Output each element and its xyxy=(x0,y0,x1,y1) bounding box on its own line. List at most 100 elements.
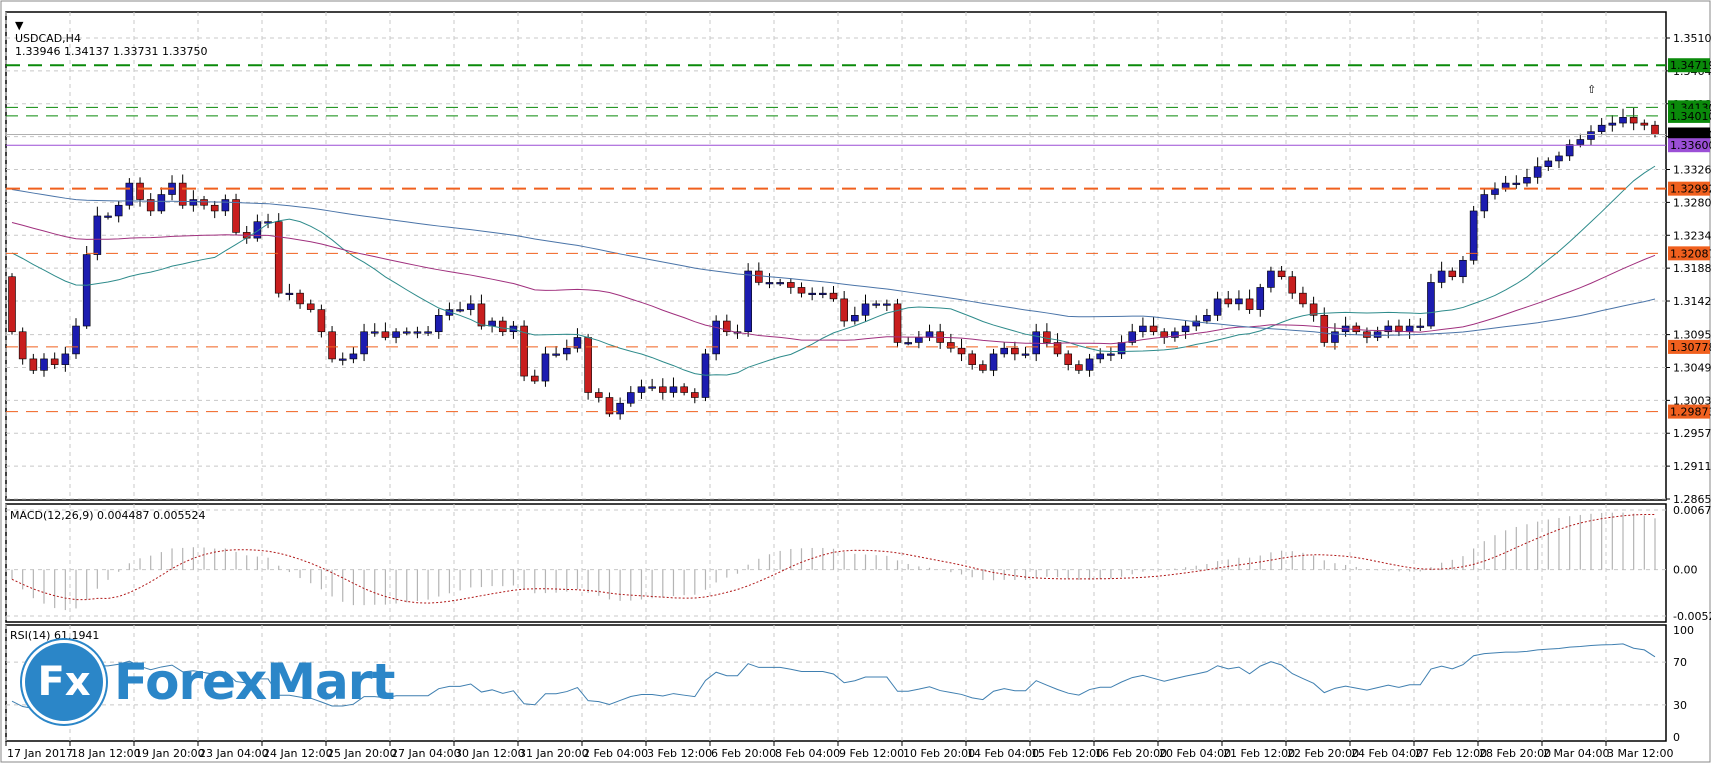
candle-bullish xyxy=(402,331,411,334)
rsi-axis-label: 30 xyxy=(1673,699,1687,712)
candle-bearish xyxy=(1053,342,1062,355)
candle-bearish xyxy=(1064,353,1073,365)
candle-bullish xyxy=(1608,122,1617,126)
candle-bullish xyxy=(1021,353,1030,356)
candle-bearish xyxy=(1149,325,1158,333)
x-axis-label: 17 Jan 2017 xyxy=(7,747,73,760)
candle-bullish xyxy=(1267,270,1275,288)
candle-bullish xyxy=(1619,117,1627,124)
candle-bearish xyxy=(1224,298,1233,305)
macd-axis-label: -0.005265 xyxy=(1673,610,1711,623)
up-arrow-icon: ⇧ xyxy=(1587,83,1596,96)
price-badge-label: 1.29873 xyxy=(1670,406,1711,419)
rsi-axis-label: 70 xyxy=(1673,656,1687,669)
candle-bullish xyxy=(456,309,464,312)
candle-bullish xyxy=(1597,124,1606,132)
candle-bearish xyxy=(797,287,806,294)
candle-bearish xyxy=(1651,124,1659,135)
candle-bearish xyxy=(1640,122,1649,126)
candle-bullish xyxy=(552,353,560,356)
x-axis-label: 6 Feb 20:00 xyxy=(711,747,776,760)
y-axis-label: 1.29570 xyxy=(1673,427,1711,440)
candle-bullish xyxy=(370,331,379,334)
candle-bullish xyxy=(1416,325,1425,328)
x-axis-label: 24 Feb 04:00 xyxy=(1351,747,1423,760)
candle-bearish xyxy=(1011,347,1019,355)
x-axis-label: 2 Mar 04:00 xyxy=(1543,747,1609,760)
candle-bullish xyxy=(40,358,48,371)
candle-bullish xyxy=(562,347,571,355)
x-axis-label: 27 Feb 12:00 xyxy=(1415,747,1487,760)
candle-bearish xyxy=(232,199,240,233)
candle-bullish xyxy=(1139,325,1147,333)
candle-bullish xyxy=(648,386,656,389)
candle-bearish xyxy=(317,309,326,333)
collapse-triangle-icon[interactable]: ▼ xyxy=(15,19,23,32)
candle-bullish xyxy=(925,331,934,338)
candle-bullish xyxy=(349,353,358,360)
candle-bearish xyxy=(274,221,283,294)
candle-bearish xyxy=(530,375,539,382)
ohlc-values: 1.33946 1.34137 1.33731 1.33750 xyxy=(15,45,208,58)
candle-bullish xyxy=(157,194,166,212)
candle-bullish xyxy=(851,315,859,322)
price-badge-label: 1.34719 xyxy=(1670,59,1711,72)
candle-bullish xyxy=(872,303,880,306)
y-axis-label: 1.31880 xyxy=(1673,262,1711,275)
candle-bullish xyxy=(1203,315,1211,322)
candle-bullish xyxy=(1512,182,1521,185)
main-panel xyxy=(5,11,1667,501)
candle-bearish xyxy=(584,337,592,393)
y-axis-label: 1.30950 xyxy=(1673,329,1711,342)
candle-bearish xyxy=(1288,276,1297,294)
candle-bearish xyxy=(306,303,315,310)
candle-bearish xyxy=(1277,270,1286,278)
candle-bearish xyxy=(691,392,699,398)
candle-bullish xyxy=(1213,298,1222,316)
candle-bullish xyxy=(1107,353,1115,356)
candle-bearish xyxy=(136,182,144,200)
candle-bearish xyxy=(210,204,219,212)
candle-bullish xyxy=(413,331,422,334)
candle-bearish xyxy=(829,292,838,300)
x-axis-label: 14 Feb 04:00 xyxy=(967,747,1039,760)
candle-bearish xyxy=(1629,117,1638,124)
candle-bearish xyxy=(680,386,688,393)
candle-bearish xyxy=(755,270,763,283)
candle-bearish xyxy=(979,364,987,371)
candle-bullish xyxy=(72,325,80,355)
y-axis-label: 1.32800 xyxy=(1673,196,1711,209)
candle-bullish xyxy=(338,358,347,361)
macd-axis-label: 0.006783 xyxy=(1673,504,1711,517)
candle-bullish xyxy=(1000,347,1009,355)
macd-panel xyxy=(5,503,1667,623)
candle-bullish xyxy=(221,199,230,212)
candle-bearish xyxy=(328,331,336,360)
candle-bullish xyxy=(488,320,496,327)
candle-bearish xyxy=(1299,292,1307,305)
candle-bearish xyxy=(381,331,390,338)
y-axis-label: 1.29110 xyxy=(1673,460,1711,473)
x-axis-label: 10 Feb 20:00 xyxy=(903,747,975,760)
candle-bullish xyxy=(669,386,678,393)
rsi-axis-label: 0 xyxy=(1673,731,1680,744)
x-axis-label: 21 Feb 12:00 xyxy=(1223,747,1295,760)
candle-bullish xyxy=(915,337,923,343)
x-axis-label: 24 Jan 12:00 xyxy=(263,747,333,760)
candle-bullish xyxy=(1491,188,1499,195)
x-axis-label: 30 Jan 12:00 xyxy=(455,747,525,760)
candle-bullish xyxy=(1555,155,1563,162)
x-axis-label: 3 Feb 12:00 xyxy=(647,747,712,760)
candle-bullish xyxy=(360,331,368,355)
candle-bullish xyxy=(189,199,198,206)
candle-bearish xyxy=(18,331,27,360)
candle-bearish xyxy=(1320,315,1329,343)
candle-bullish xyxy=(626,392,635,404)
x-axis-label: 8 Feb 04:00 xyxy=(775,747,840,760)
candle-bearish xyxy=(200,199,208,206)
symbol-header: ▼ USDCAD,H4 1.33946 1.34137 1.33731 1.33… xyxy=(8,6,207,58)
candle-bullish xyxy=(1096,353,1105,360)
x-axis-label: 28 Feb 20:00 xyxy=(1479,747,1551,760)
candle-bearish xyxy=(1448,270,1457,278)
candle-bullish xyxy=(1256,287,1265,310)
